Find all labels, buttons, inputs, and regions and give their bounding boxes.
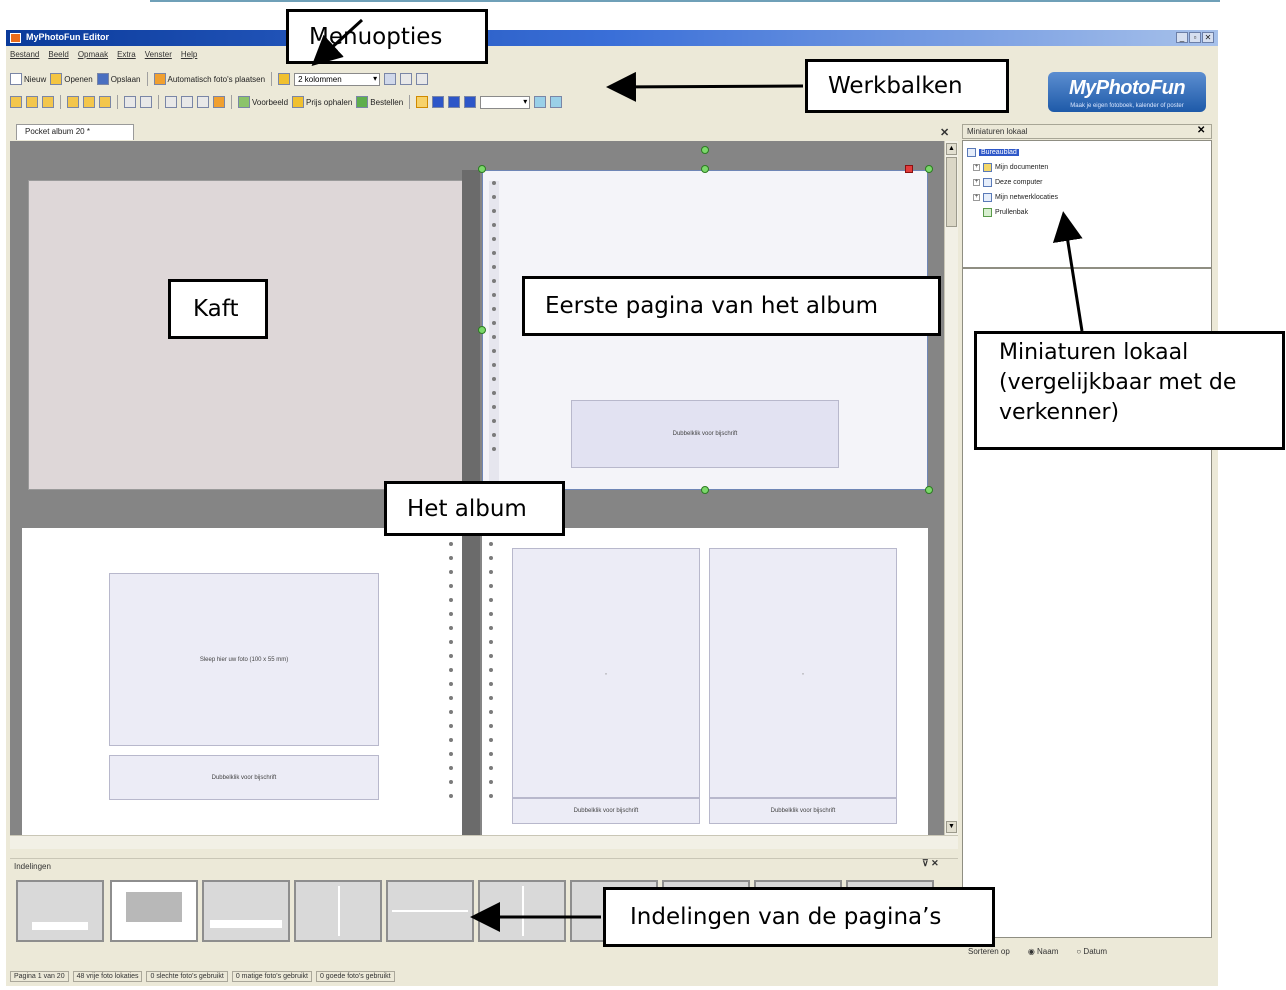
arrow-werkbalken [606, 71, 804, 102]
arrow-miniaturen [1052, 211, 1084, 332]
arrow-menuopties [311, 18, 364, 67]
annotation-arrows [311, 18, 1084, 932]
